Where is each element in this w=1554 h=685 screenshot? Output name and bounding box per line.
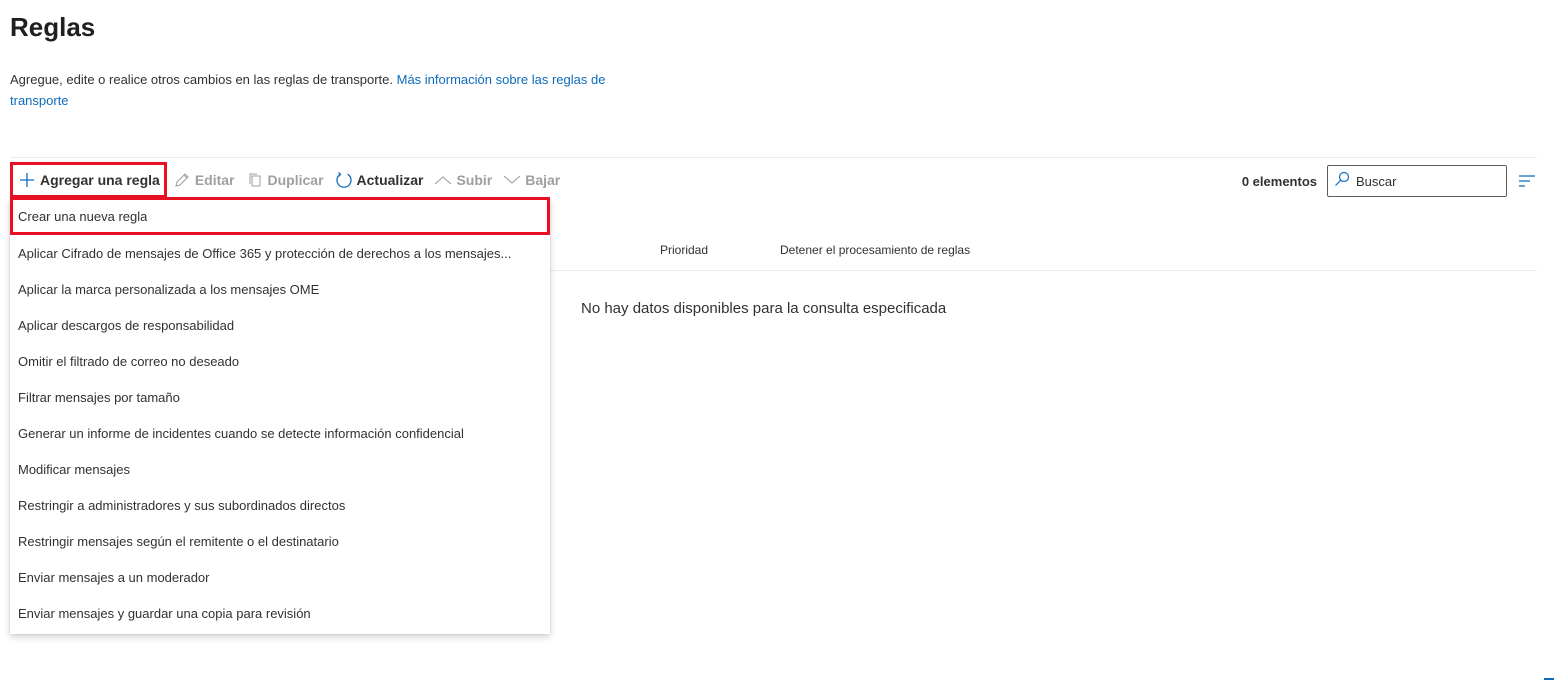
refresh-label: Actualizar bbox=[356, 172, 424, 188]
edit-button[interactable]: Editar bbox=[167, 162, 240, 198]
page-description: Agregue, edite o realice otros cambios e… bbox=[10, 69, 640, 111]
copy-icon bbox=[245, 170, 265, 190]
menu-item-restrict-sender[interactable]: Restringir mensajes según el remitente o… bbox=[10, 523, 550, 559]
chevron-down-icon bbox=[502, 170, 522, 190]
corner-indicator bbox=[1544, 678, 1554, 680]
refresh-button[interactable]: Actualizar bbox=[329, 162, 429, 198]
page-title: Reglas bbox=[10, 12, 96, 42]
description-text: Agregue, edite o realice otros cambios e… bbox=[10, 72, 397, 87]
menu-item-send-copy-review[interactable]: Enviar mensajes y guardar una copia para… bbox=[10, 595, 550, 631]
filter-icon[interactable] bbox=[1517, 171, 1537, 191]
menu-item-restrict-managers[interactable]: Restringir a administradores y sus subor… bbox=[10, 487, 550, 523]
search-box[interactable] bbox=[1327, 165, 1507, 197]
item-count: 0 elementos bbox=[1241, 173, 1317, 189]
move-up-button[interactable]: Subir bbox=[428, 162, 497, 198]
menu-item-bypass-spam[interactable]: Omitir el filtrado de correo no deseado bbox=[10, 343, 550, 379]
toolbar-divider bbox=[10, 157, 1537, 158]
menu-item-apply-branding[interactable]: Aplicar la marca personalizada a los men… bbox=[10, 271, 550, 307]
move-down-label: Bajar bbox=[525, 172, 561, 188]
pencil-icon bbox=[172, 170, 192, 190]
menu-item-apply-disclaimers[interactable]: Aplicar descargos de responsabilidad bbox=[10, 307, 550, 343]
edit-label: Editar bbox=[194, 172, 235, 188]
list-tools: 0 elementos bbox=[1242, 165, 1537, 197]
duplicate-label: Duplicar bbox=[267, 172, 324, 188]
empty-state-message: No hay datos disponibles para la consult… bbox=[581, 300, 947, 317]
page: Reglas Agregue, edite o realice otros ca… bbox=[0, 0, 1554, 685]
menu-item-incident-report[interactable]: Generar un informe de incidentes cuando … bbox=[10, 415, 550, 451]
duplicate-button[interactable]: Duplicar bbox=[240, 162, 329, 198]
search-input[interactable] bbox=[1356, 173, 1496, 189]
add-rule-button[interactable]: Agregar una regla bbox=[10, 162, 167, 198]
column-stop-processing[interactable]: Detener el procesamiento de reglas bbox=[780, 243, 970, 257]
search-icon bbox=[1334, 171, 1350, 192]
refresh-icon bbox=[334, 170, 354, 190]
header-divider bbox=[550, 270, 1537, 271]
menu-item-filter-size[interactable]: Filtrar mensajes por tamaño bbox=[10, 379, 550, 415]
add-rule-label: Agregar una regla bbox=[40, 172, 160, 188]
plus-icon bbox=[17, 170, 37, 190]
command-bar: Agregar una regla Editar Duplicar Actual… bbox=[10, 162, 565, 198]
column-priority[interactable]: Prioridad bbox=[660, 243, 708, 257]
menu-item-modify-messages[interactable]: Modificar mensajes bbox=[10, 451, 550, 487]
chevron-up-icon bbox=[433, 170, 453, 190]
move-down-button[interactable]: Bajar bbox=[497, 162, 565, 198]
menu-item-create-rule[interactable]: Crear una nueva regla bbox=[10, 197, 550, 235]
add-rule-menu: Crear una nueva regla Aplicar Cifrado de… bbox=[10, 197, 550, 634]
move-up-label: Subir bbox=[456, 172, 493, 188]
menu-item-apply-encryption[interactable]: Aplicar Cifrado de mensajes de Office 36… bbox=[10, 235, 550, 271]
menu-item-send-moderator[interactable]: Enviar mensajes a un moderador bbox=[10, 559, 550, 595]
